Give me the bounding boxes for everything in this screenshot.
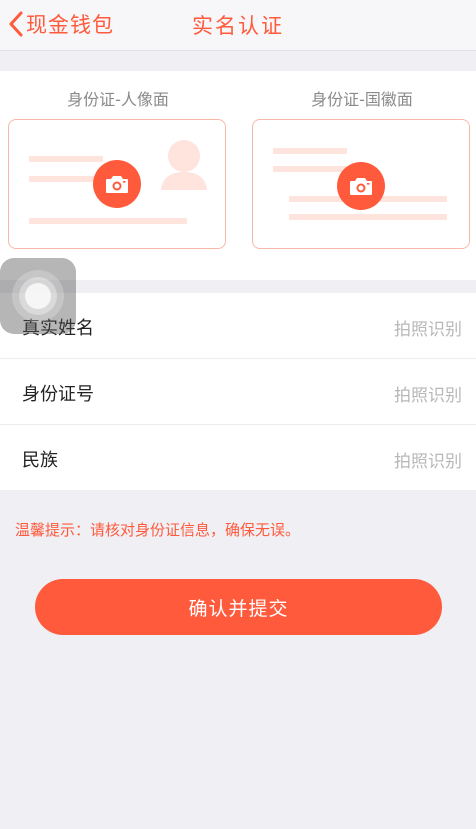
real-name-photo-recognize[interactable]: 拍照识别 — [394, 315, 462, 340]
id-front-camera-button[interactable] — [93, 160, 141, 208]
page-title: 实名认证 — [192, 14, 284, 38]
card-placeholder-line — [29, 156, 103, 162]
id-front-upload-card[interactable] — [8, 119, 226, 249]
id-number-photo-recognize[interactable]: 拍照识别 — [394, 381, 462, 406]
card-placeholder-line — [273, 148, 347, 154]
id-card-upload-section: 身份证-人像面 身份证-国徽面 — [0, 71, 476, 280]
id-number-label: 身份证号 — [22, 384, 94, 405]
ethnicity-label: 民族 — [22, 450, 58, 471]
id-back-camera-button[interactable] — [337, 162, 385, 210]
camera-icon — [350, 178, 372, 195]
portrait-placeholder-icon — [161, 140, 207, 190]
submit-button[interactable]: 确认并提交 — [35, 579, 442, 635]
camera-icon — [106, 176, 128, 193]
ethnicity-photo-recognize[interactable]: 拍照识别 — [394, 447, 462, 472]
assistive-touch-button[interactable] — [0, 258, 76, 334]
nav-bar: 现金钱包 实名认证 — [0, 0, 476, 51]
form-row-ethnicity[interactable]: 民族 拍照识别 — [0, 425, 476, 490]
card-placeholder-line — [29, 218, 187, 224]
form-row-id-number[interactable]: 身份证号 拍照识别 — [0, 359, 476, 425]
card-placeholder-line — [29, 176, 103, 182]
assistive-touch-dot — [25, 283, 51, 309]
id-back-upload-card[interactable] — [252, 119, 470, 249]
id-front-caption: 身份证-人像面 — [67, 90, 169, 109]
card-placeholder-line — [289, 214, 447, 220]
card-placeholder-line — [273, 166, 347, 172]
warning-tip: 温馨提示：请核对身份证信息，确保无误。 — [15, 521, 301, 539]
id-back-caption: 身份证-国徽面 — [311, 90, 413, 109]
